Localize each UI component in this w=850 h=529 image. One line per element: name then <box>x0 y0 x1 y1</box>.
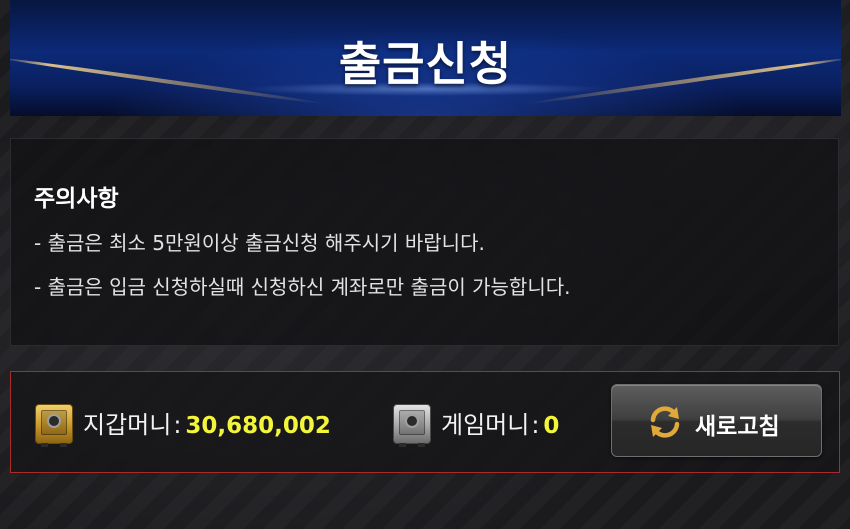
safe-foot <box>399 443 406 447</box>
game-money: 게임머니: 0 <box>441 405 559 440</box>
safe-dial <box>405 413 419 428</box>
gold-safe-icon <box>35 404 73 447</box>
notice-panel: 주의사항 - 출금은 최소 5만원이상 출금신청 해주시기 바랍니다. - 출금… <box>10 138 839 346</box>
game-money-colon: : <box>531 411 540 439</box>
silver-safe-icon <box>393 404 431 447</box>
wallet-money: 지갑머니: 30,680,002 <box>83 405 331 440</box>
page-title: 출금신청 <box>338 37 513 91</box>
safe-foot <box>418 443 425 447</box>
notice-line-account-rule: - 출금은 입금 신청하실때 신청하신 계좌로만 출금이 가능합니다. <box>34 275 571 299</box>
withdrawal-page: 출금신청 주의사항 - 출금은 최소 5만원이상 출금신청 해주시기 바랍니다.… <box>0 0 850 529</box>
safe-foot <box>41 443 48 447</box>
game-money-value: 0 <box>543 413 560 439</box>
wallet-money-label: 지갑머니 <box>83 411 172 439</box>
refresh-icon <box>650 406 680 438</box>
wallet-money-colon: : <box>173 411 182 439</box>
balance-panel: 지갑머니: 30,680,002 게임머니: 0 새로고침 <box>10 371 840 473</box>
wallet-money-value: 30,680,002 <box>185 413 331 439</box>
game-money-label: 게임머니 <box>441 411 530 439</box>
refresh-button-label: 새로고침 <box>695 414 780 440</box>
safe-dial <box>47 413 61 428</box>
safe-foot <box>60 443 67 447</box>
safe-door <box>399 410 425 435</box>
header-banner: 출금신청 <box>10 0 841 116</box>
notice-title: 주의사항 <box>34 186 119 212</box>
notice-line-minimum-amount: - 출금은 최소 5만원이상 출금신청 해주시기 바랍니다. <box>34 231 485 255</box>
refresh-button[interactable]: 새로고침 <box>611 384 822 457</box>
safe-door <box>41 410 67 435</box>
